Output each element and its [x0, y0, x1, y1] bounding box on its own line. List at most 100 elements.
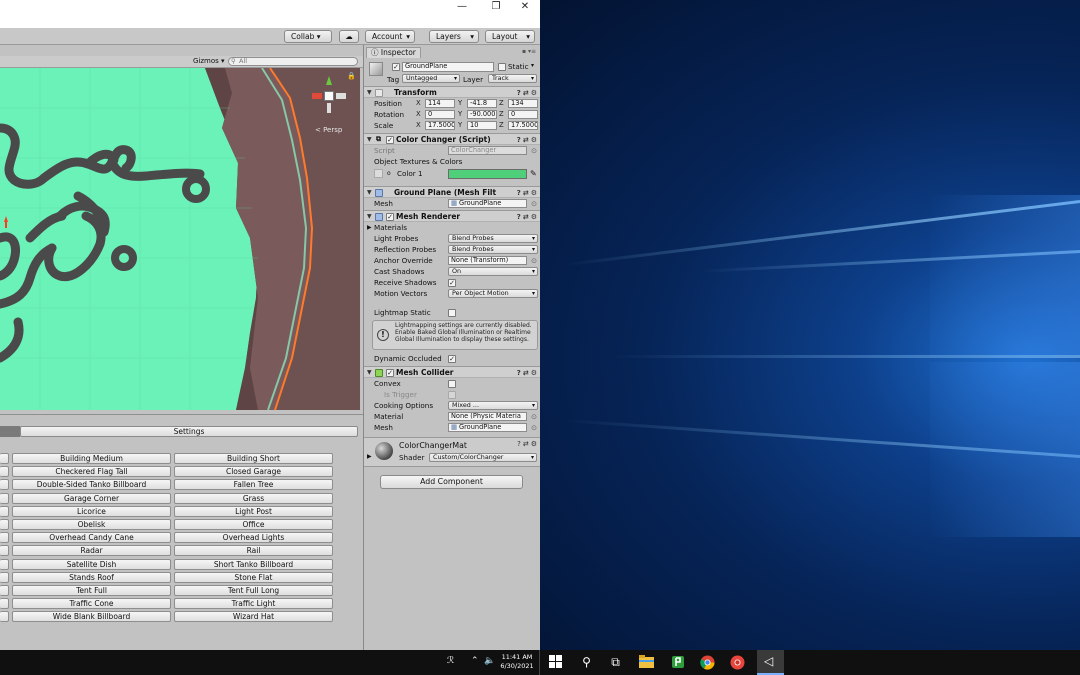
prefab-button[interactable]: Garage Corner — [12, 492, 171, 504]
scale-x-field[interactable]: 17.500C — [425, 121, 455, 130]
minimize-button[interactable]: — — [448, 0, 476, 14]
prefab-button[interactable]: Grass — [174, 492, 333, 504]
prefab-button-partial[interactable] — [0, 479, 9, 491]
prefab-button[interactable]: Short Tanko Billboard — [174, 558, 333, 570]
prefab-button[interactable]: Overhead Lights — [174, 532, 333, 544]
prefab-button[interactable]: Obelisk — [12, 519, 171, 530]
color-changer-header[interactable]: ▼ ⧉ ✓ Color Changer (Script) ?⇄⚙ — [364, 133, 540, 145]
shader-dropdown[interactable]: Custom/ColorChanger — [429, 453, 537, 462]
fold-arrow-icon[interactable]: ▶ — [367, 453, 372, 460]
prefab-button-partial[interactable] — [0, 585, 9, 596]
prefab-button[interactable]: Rail — [174, 545, 333, 557]
cooking-options-dropdown[interactable]: Mixed ... — [448, 401, 538, 410]
prefab-button[interactable]: Fallen Tree — [174, 479, 333, 491]
mesh-collider-enabled-checkbox[interactable]: ✓ — [386, 368, 394, 377]
gizmos-dropdown[interactable]: Gizmos ▾ — [193, 57, 225, 65]
prefab-button-partial[interactable] — [0, 532, 9, 544]
prefab-button-partial[interactable] — [0, 545, 9, 557]
motion-vectors-dropdown[interactable]: Per Object Motion — [448, 289, 538, 298]
object-picker-icon[interactable]: ⊙ — [531, 422, 537, 433]
people-icon[interactable]: ℛ — [447, 656, 454, 666]
mesh-field[interactable]: ▦ GroundPlane — [448, 199, 527, 208]
unity-taskbar-button[interactable]: ◁ — [757, 650, 784, 675]
account-dropdown[interactable]: Account ▾ — [365, 30, 415, 43]
close-button[interactable]: ✕ — [511, 0, 539, 14]
position-y-field[interactable]: -41.8 — [467, 99, 497, 108]
mesh-filter-header[interactable]: ▼ Ground Plane (Mesh Filt ?⇄⚙ — [364, 186, 540, 198]
collider-material-field[interactable]: None (Physic Materia — [448, 412, 527, 421]
collab-button[interactable]: Collab ▾ — [284, 30, 332, 43]
transform-header[interactable]: ▼ Transform ?⇄⚙ — [364, 86, 540, 98]
prefab-button-partial[interactable] — [0, 611, 9, 623]
chevron-up-icon[interactable]: ⌃ — [471, 656, 479, 666]
mesh-renderer-enabled-checkbox[interactable]: ✓ — [386, 212, 394, 221]
windows-start-icon[interactable] — [548, 655, 563, 670]
maximize-button[interactable]: ❐ — [482, 0, 510, 14]
object-picker-icon[interactable]: ⊙ — [531, 255, 537, 266]
lightmap-static-checkbox[interactable] — [448, 308, 456, 317]
eyedropper-icon[interactable]: ✎ — [530, 168, 537, 179]
light-probes-dropdown[interactable]: Blend Probes — [448, 234, 538, 243]
scene-orientation-gizmo[interactable] — [312, 76, 348, 118]
prefab-button[interactable]: Checkered Flag Tall — [12, 466, 171, 478]
layout-dropdown[interactable]: Layout ▾ — [485, 30, 535, 43]
task-view-icon[interactable]: ⧉ — [608, 655, 623, 670]
tab-inspector[interactable]: ⓘ Inspector — [366, 47, 421, 58]
scene-view[interactable]: 🔒 < Persp — [0, 68, 360, 410]
prefab-button[interactable]: Stone Flat — [174, 571, 333, 583]
static-checkbox[interactable] — [498, 62, 506, 71]
prefab-button[interactable]: Radar — [12, 545, 171, 557]
collider-mesh-field[interactable]: ▦ GroundPlane — [448, 423, 527, 432]
prefab-button-partial[interactable] — [0, 598, 9, 610]
chrome-icon[interactable] — [700, 655, 715, 670]
dynamic-occluded-checkbox[interactable]: ✓ — [448, 354, 456, 363]
mesh-renderer-header[interactable]: ▼ ✓ Mesh Renderer ?⇄⚙ — [364, 210, 540, 222]
prefab-button[interactable]: Tent Full Long — [174, 585, 333, 596]
layers-dropdown[interactable]: Layers ▾ — [429, 30, 479, 43]
tag-dropdown[interactable]: Untagged — [402, 74, 460, 83]
prefab-button[interactable]: Office — [174, 519, 333, 530]
prefab-button-partial[interactable] — [0, 558, 9, 570]
color1-field[interactable] — [448, 169, 527, 179]
cloud-button[interactable]: ☁ — [339, 30, 359, 43]
active-checkbox[interactable]: ✓ — [392, 62, 400, 71]
rotation-y-field[interactable]: -90.000 — [467, 110, 497, 119]
clock[interactable]: 11:41 AM 6/30/2021 — [497, 653, 537, 671]
prefab-button-partial[interactable] — [0, 453, 9, 464]
prefab-button[interactable]: Satellite Dish — [12, 558, 171, 570]
prefab-button[interactable]: Building Medium — [12, 453, 171, 464]
prefab-button[interactable]: Light Post — [174, 505, 333, 517]
prefab-button[interactable]: Tent Full — [12, 585, 171, 596]
prefab-button-partial[interactable] — [0, 505, 9, 517]
prefab-button[interactable]: Traffic Light — [174, 598, 333, 610]
lock-icon[interactable]: 🔒 — [347, 72, 356, 80]
panel-tab-selected[interactable] — [0, 426, 20, 437]
component-menu-icons[interactable]: ?⇄⚙ — [517, 440, 539, 448]
prefab-button[interactable]: Overhead Candy Cane — [12, 532, 171, 544]
convex-checkbox[interactable] — [448, 379, 456, 388]
add-component-button[interactable]: Add Component — [380, 475, 523, 489]
prefab-button[interactable]: Traffic Cone — [12, 598, 171, 610]
prefab-button[interactable]: Wide Blank Billboard — [12, 611, 171, 623]
color-changer-enabled-checkbox[interactable]: ✓ — [386, 135, 394, 144]
rotation-z-field[interactable]: 0 — [508, 110, 538, 119]
prefab-button[interactable]: Licorice — [12, 505, 171, 517]
panel-menu-icon[interactable]: ▪ ▾≡ — [522, 48, 536, 55]
chrome-canary-icon[interactable] — [730, 655, 745, 670]
position-x-field[interactable]: 114 — [425, 99, 455, 108]
file-explorer-icon[interactable] — [639, 655, 654, 670]
prefab-button-partial[interactable] — [0, 571, 9, 583]
prefab-button-partial[interactable] — [0, 466, 9, 478]
rotation-x-field[interactable]: 0 — [425, 110, 455, 119]
app-green-icon[interactable] — [670, 655, 685, 670]
scene-search-input[interactable]: ⚲ All — [228, 57, 358, 66]
scale-z-field[interactable]: 17.500C — [508, 121, 538, 130]
chevron-down-icon[interactable]: ▾ — [531, 62, 534, 69]
receive-shadows-checkbox[interactable]: ✓ — [448, 278, 456, 287]
anchor-override-field[interactable]: None (Transform) — [448, 256, 527, 265]
scale-y-field[interactable]: 10 — [467, 121, 497, 130]
object-picker-icon[interactable]: ⊙ — [531, 198, 537, 209]
prefab-button[interactable]: Closed Garage — [174, 466, 333, 478]
prefab-button-partial[interactable] — [0, 492, 9, 504]
object-name-field[interactable]: GroundPlane — [402, 62, 494, 72]
